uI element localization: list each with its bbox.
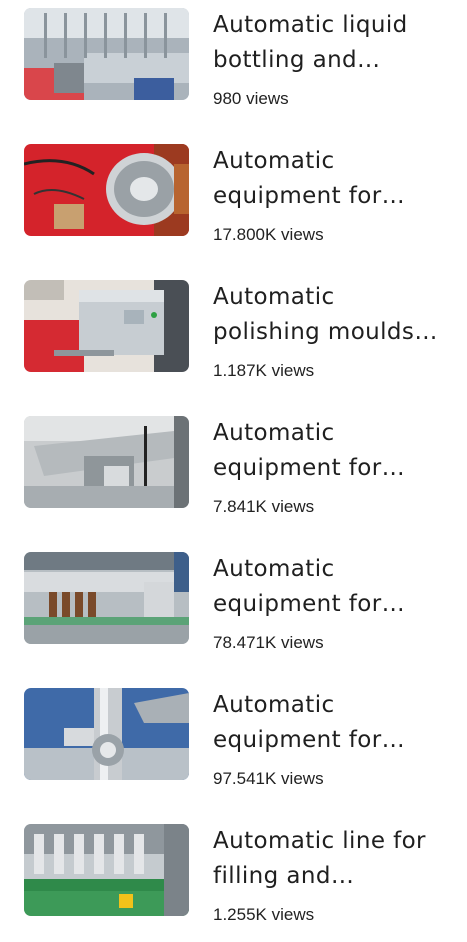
video-list: Automatic liquid bottling and… 980 views… [0, 0, 467, 928]
video-item[interactable]: Automatic equipment for… 17.800K views [0, 144, 467, 262]
view-count: 78.471K views [213, 633, 324, 652]
video-item[interactable]: Automatic equipment for… 78.471K views [0, 552, 467, 670]
video-thumbnail[interactable] [24, 824, 189, 916]
video-item[interactable]: Automatic liquid bottling and… 980 views [0, 8, 467, 126]
video-item[interactable]: Automatic polishing moulds… 1.187K views [0, 280, 467, 398]
view-count: 980 views [213, 89, 289, 108]
video-thumbnail[interactable] [24, 416, 189, 508]
video-thumbnail[interactable] [24, 8, 189, 100]
video-title[interactable]: Automatic equipment for… [213, 416, 458, 486]
video-thumbnail[interactable] [24, 144, 189, 236]
video-thumbnail[interactable] [24, 552, 189, 644]
video-title[interactable]: Automatic equipment for… [213, 144, 458, 214]
conveyor-equipment-thumbnail-icon [24, 552, 189, 644]
stainless-pot-machine-thumbnail-icon [24, 144, 189, 236]
bottling-machine-thumbnail-icon [24, 8, 189, 100]
view-count: 17.800K views [213, 225, 324, 244]
video-item[interactable]: Automatic line for filling and… 1.255K v… [0, 824, 467, 942]
video-thumbnail[interactable] [24, 280, 189, 372]
video-title[interactable]: Automatic equipment for… [213, 552, 458, 622]
filling-line-thumbnail-icon [24, 824, 189, 916]
view-count: 1.187K views [213, 361, 315, 380]
video-title[interactable]: Automatic polishing moulds… [213, 280, 458, 350]
view-count: 97.541K views [213, 769, 324, 788]
polishing-machine-thumbnail-icon [24, 280, 189, 372]
video-title[interactable]: Automatic equipment for… [213, 688, 458, 758]
view-count: 7.841K views [213, 497, 315, 516]
video-title[interactable]: Automatic liquid bottling and… [213, 8, 458, 78]
video-item[interactable]: Automatic equipment for… 97.541K views [0, 688, 467, 806]
assembly-equipment-thumbnail-icon [24, 416, 189, 508]
view-count: 1.255K views [213, 905, 315, 924]
video-item[interactable]: Automatic equipment for… 7.841K views [0, 416, 467, 534]
video-title[interactable]: Automatic line for filling and… [213, 824, 458, 894]
stainless-tank-thumbnail-icon [24, 688, 189, 780]
video-thumbnail[interactable] [24, 688, 189, 780]
